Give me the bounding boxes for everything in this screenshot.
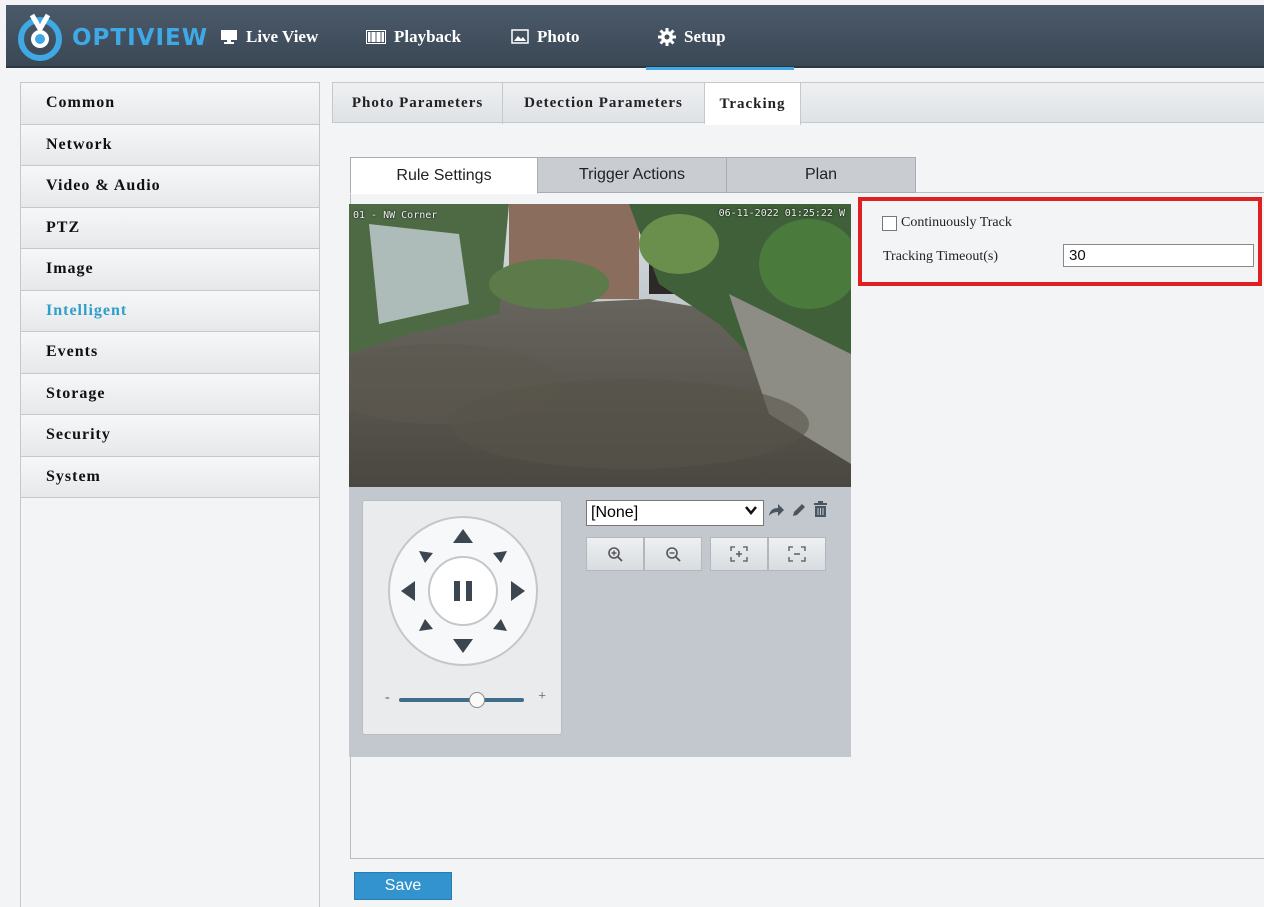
zoom-out-button[interactable] xyxy=(644,537,702,571)
edit-preset-icon[interactable] xyxy=(791,502,807,518)
sidebar-item-label: Events xyxy=(46,343,99,361)
sidebar-item-label: Security xyxy=(46,426,111,444)
nav-setup[interactable]: Setup xyxy=(646,5,794,70)
camera-preview[interactable]: 01 - NW Corner 06-11-2022 01:25:22 W xyxy=(349,204,851,487)
nav-live-view[interactable]: Live View xyxy=(220,5,318,68)
sidebar-item-common[interactable]: Common xyxy=(21,83,319,125)
zoom-in-button[interactable] xyxy=(586,537,644,571)
sidebar-item-label: Intelligent xyxy=(46,301,128,319)
camera-scene-image xyxy=(349,204,851,487)
main-content: Photo Parameters Detection Parameters Tr… xyxy=(332,82,1264,907)
speed-min-label: - xyxy=(385,690,390,705)
sidebar-item-security[interactable]: Security xyxy=(21,415,319,457)
focus-plus-icon xyxy=(730,546,748,562)
ptz-direction-box: - + xyxy=(362,500,562,735)
sidebar-item-label: PTZ xyxy=(46,218,81,236)
sidebar-item-label: Common xyxy=(46,94,116,112)
zoom-in-icon xyxy=(608,547,623,562)
sidebar-item-video-audio[interactable]: Video & Audio xyxy=(21,166,319,208)
save-button[interactable]: Save xyxy=(354,872,452,900)
top-navigation-bar: OPTIVIEW Live View Playback Photo Setup xyxy=(6,5,1264,70)
continuously-track-label: Continuously Track xyxy=(901,215,1012,230)
nav-live-view-label: Live View xyxy=(246,26,319,46)
timestamp-overlay: 06-11-2022 01:25:22 W xyxy=(718,208,845,219)
preset-select[interactable]: [None] xyxy=(586,500,764,526)
speed-max-label: + xyxy=(538,689,546,704)
image-icon xyxy=(511,29,529,44)
continuously-track-row: Continuously Track xyxy=(882,215,1012,231)
sidebar-item-label: Image xyxy=(46,260,94,278)
zoom-out-icon xyxy=(666,547,681,562)
gear-icon xyxy=(658,27,676,46)
ptz-control-panel: - + [None] xyxy=(349,487,851,757)
sidebar-item-label: Network xyxy=(46,135,113,153)
sidebar-item-events[interactable]: Events xyxy=(21,332,319,374)
tab-detection-parameters[interactable]: Detection Parameters xyxy=(503,83,705,124)
brand-name: OPTIVIEW xyxy=(72,25,209,51)
chevron-down-icon xyxy=(744,503,758,521)
tracking-settings-box: Continuously Track Tracking Timeout(s) xyxy=(858,197,1262,286)
zoom-controls xyxy=(586,537,830,571)
logo-mark-icon xyxy=(18,13,62,61)
sidebar-item-system[interactable]: System xyxy=(21,456,319,498)
ptz-speed-slider[interactable]: - + xyxy=(383,689,548,709)
go-to-preset-icon[interactable] xyxy=(767,502,785,518)
nav-setup-label: Setup xyxy=(684,26,726,46)
optiview-logo: OPTIVIEW xyxy=(16,9,216,65)
nav-photo[interactable]: Photo xyxy=(511,5,580,68)
tab-plan[interactable]: Plan xyxy=(726,157,916,193)
speed-slider-handle[interactable] xyxy=(468,692,485,708)
sidebar-item-network[interactable]: Network xyxy=(21,124,319,166)
sidebar-item-image[interactable]: Image xyxy=(21,249,319,291)
focus-far-button[interactable] xyxy=(768,537,826,571)
tab-rule-settings[interactable]: Rule Settings xyxy=(350,157,538,194)
tracking-timeout-input[interactable] xyxy=(1063,244,1254,267)
settings-sidebar: Common Network Video & Audio PTZ Image I… xyxy=(20,82,320,907)
continuously-track-checkbox[interactable] xyxy=(882,215,897,231)
sidebar-item-intelligent[interactable]: Intelligent xyxy=(21,290,319,332)
delete-preset-icon[interactable] xyxy=(813,501,828,518)
focus-near-button[interactable] xyxy=(710,537,768,571)
ptz-direction-pad xyxy=(388,516,538,666)
sidebar-item-label: Video & Audio xyxy=(46,177,161,195)
camera-name-overlay: 01 - NW Corner xyxy=(353,210,438,221)
sub-tab-bar: Photo Parameters Detection Parameters Tr… xyxy=(332,82,1264,125)
preset-selected-value: [None] xyxy=(591,504,639,521)
nav-playback-label: Playback xyxy=(394,26,462,46)
tab-trigger-actions[interactable]: Trigger Actions xyxy=(537,157,727,193)
tracking-timeout-label: Tracking Timeout(s) xyxy=(883,249,999,264)
sidebar-item-label: Storage xyxy=(46,384,106,402)
monitor-icon xyxy=(221,29,237,44)
rule-tab-bar: Rule Settings Trigger Actions Plan xyxy=(350,157,1264,194)
nav-playback[interactable]: Playback xyxy=(366,5,461,68)
sidebar-item-storage[interactable]: Storage xyxy=(21,373,319,415)
film-icon xyxy=(366,29,386,44)
speed-slider-track[interactable] xyxy=(399,698,524,702)
tab-photo-parameters[interactable]: Photo Parameters xyxy=(333,83,503,124)
focus-minus-icon xyxy=(788,546,806,562)
sidebar-item-ptz[interactable]: PTZ xyxy=(21,207,319,249)
preset-actions xyxy=(767,501,828,518)
tab-tracking[interactable]: Tracking xyxy=(705,83,801,125)
nav-photo-label: Photo xyxy=(537,26,580,46)
sidebar-item-label: System xyxy=(46,467,101,485)
